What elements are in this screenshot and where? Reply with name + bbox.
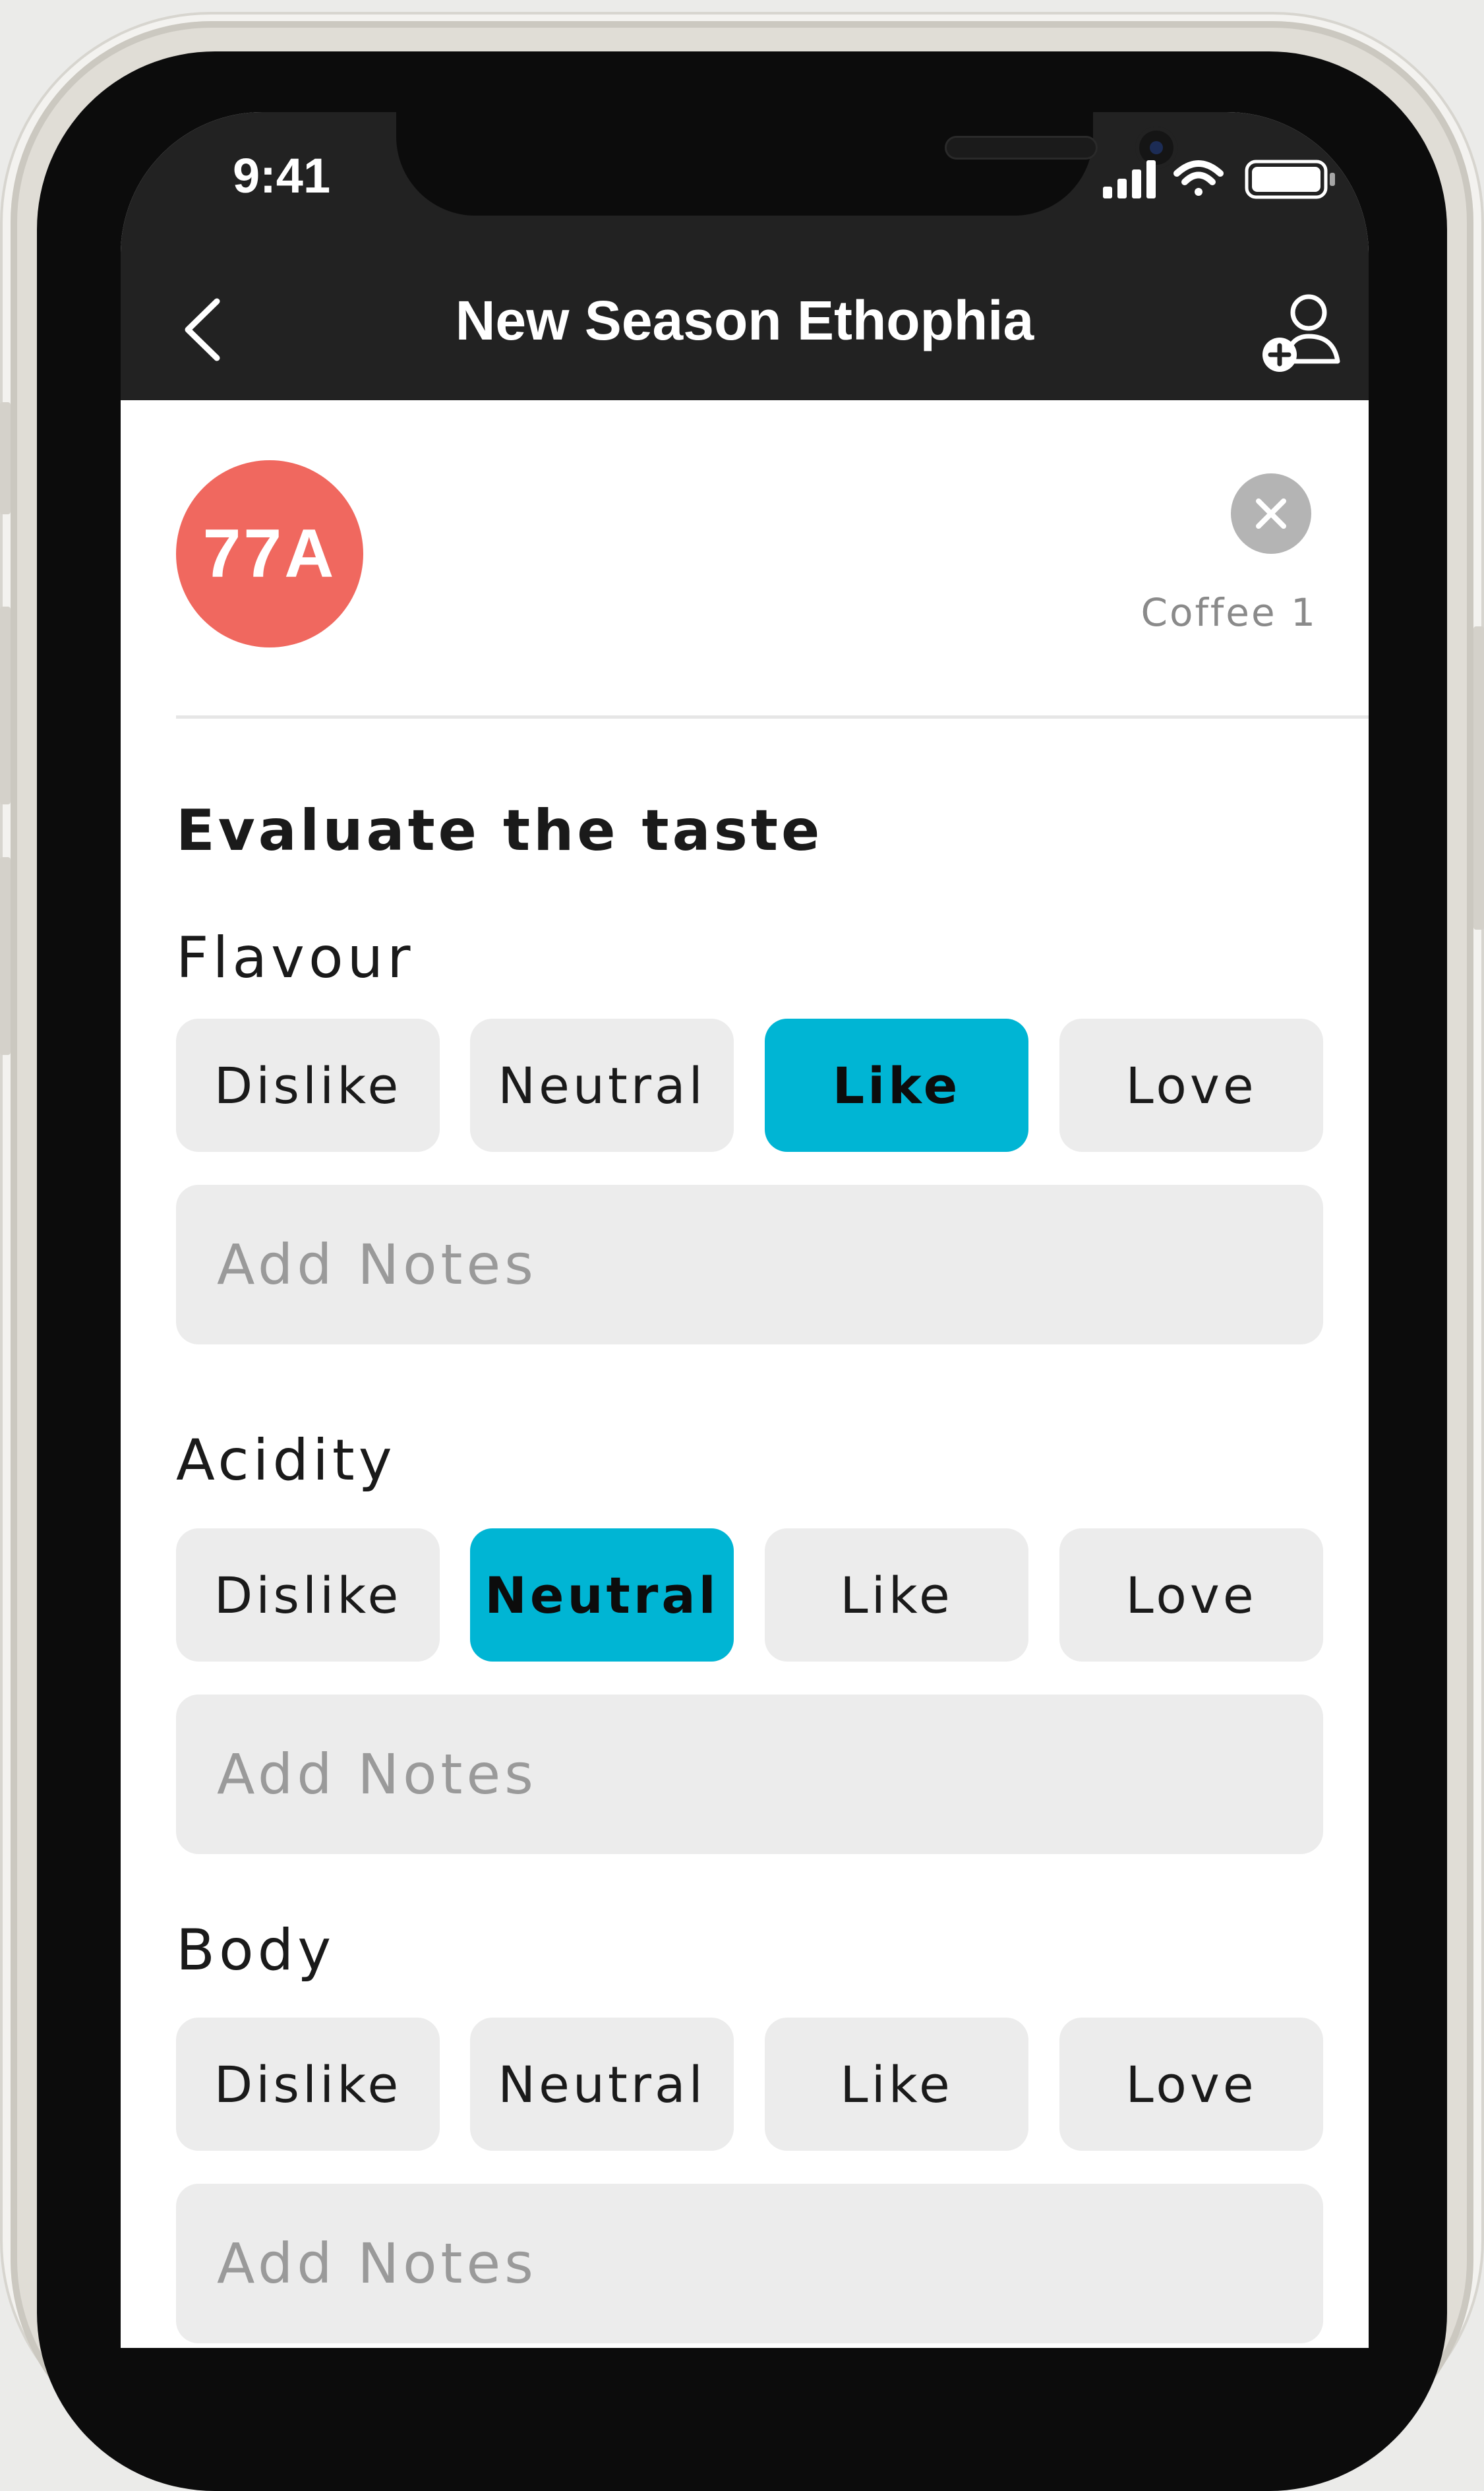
body-option-dislike[interactable]: Dislike xyxy=(176,2018,440,2151)
close-button[interactable] xyxy=(1231,473,1311,554)
page-title: New Season Ethophia xyxy=(455,289,1034,351)
acidity-option-neutral[interactable]: Neutral xyxy=(470,1528,734,1662)
top-bar: 9:41 New Season Ethophia xyxy=(121,112,1369,400)
status-icons xyxy=(1103,155,1347,201)
section-heading: Evaluate the taste xyxy=(176,798,823,864)
add-participant-button[interactable] xyxy=(1256,289,1348,375)
coffee-code-badge: 77A xyxy=(176,460,363,647)
flavour-option-dislike[interactable]: Dislike xyxy=(176,1019,440,1152)
notch xyxy=(396,112,1177,216)
acidity-notes-input[interactable] xyxy=(176,1695,1323,1854)
body-option-neutral[interactable]: Neutral xyxy=(470,2018,734,2151)
body-option-like[interactable]: Like xyxy=(765,2018,1028,2151)
body-option-love[interactable]: Love xyxy=(1059,2018,1323,2151)
flavour-option-like[interactable]: Like xyxy=(765,1019,1028,1152)
status-time: 9:41 xyxy=(233,148,331,203)
acidity-label: Acidity xyxy=(176,1427,396,1493)
app-screen: 9:41 New Season Ethophia 77A Coffee 1 Ev… xyxy=(121,112,1369,2348)
volume-down-button xyxy=(0,857,11,1055)
status-icons-svg xyxy=(1103,160,1335,199)
wifi-icon xyxy=(1173,160,1224,196)
battery-icon xyxy=(1245,160,1335,199)
body-label: Body xyxy=(176,1917,336,1983)
volume-up-button xyxy=(0,607,11,804)
close-icon xyxy=(1256,498,1286,529)
flavour-option-love[interactable]: Love xyxy=(1059,1019,1323,1152)
add-user-icon xyxy=(1262,294,1340,372)
acidity-option-love[interactable]: Love xyxy=(1059,1528,1323,1662)
flavour-label: Flavour xyxy=(176,925,415,991)
power-button xyxy=(1473,626,1484,930)
acidity-option-dislike[interactable]: Dislike xyxy=(176,1528,440,1662)
divider xyxy=(176,715,1369,719)
acidity-option-like[interactable]: Like xyxy=(765,1528,1028,1662)
mute-switch xyxy=(0,402,11,514)
flavour-notes-input[interactable] xyxy=(176,1185,1323,1344)
earpiece-speaker xyxy=(945,136,1098,160)
flavour-option-neutral[interactable]: Neutral xyxy=(470,1019,734,1152)
signal-icon xyxy=(1103,160,1156,198)
body-notes-input[interactable] xyxy=(176,2184,1323,2343)
coffee-label: Coffee 1 xyxy=(1141,590,1317,635)
